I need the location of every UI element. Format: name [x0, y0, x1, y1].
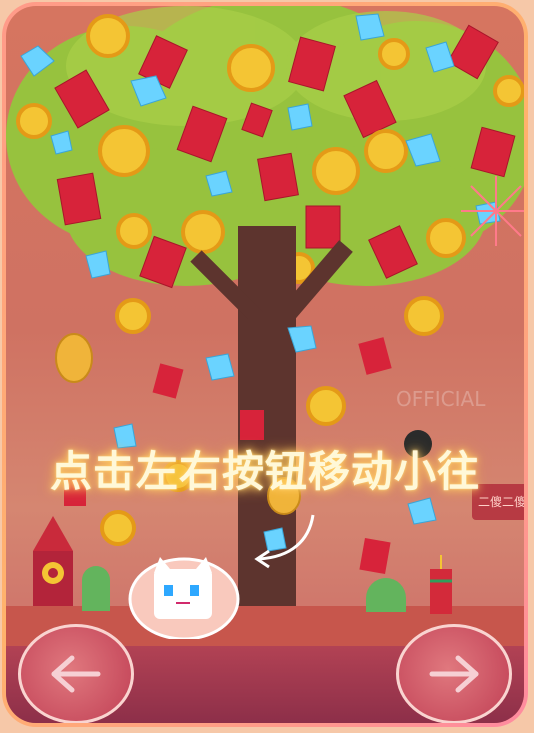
arrow-right-icon [429, 655, 479, 693]
move-left-button[interactable] [18, 624, 134, 723]
firecracker-stick-icon [430, 555, 452, 614]
game-frame: OFFICIAL 二傻二傻 点击左右按钮移动小往 [2, 2, 528, 727]
game-scene: OFFICIAL 二傻二傻 点击左右按钮移动小往 [6, 6, 524, 723]
bush-right [366, 578, 406, 612]
instruction-caption: 点击左右按钮移动小往 [49, 447, 480, 496]
svg-text:OFFICIAL: OFFICIAL [396, 387, 486, 411]
arrow-left-icon [51, 655, 101, 693]
player-cat-character [128, 557, 240, 639]
bush-left [82, 566, 110, 611]
firecracker-rocket-icon [33, 516, 73, 606]
move-right-button[interactable] [396, 624, 512, 723]
firework-decoration [461, 176, 524, 246]
hint-arrow-icon [254, 514, 315, 569]
